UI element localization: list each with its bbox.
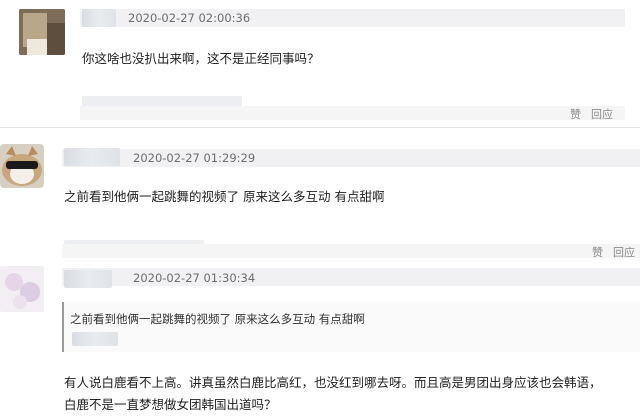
comment-2: 2020-02-27 01:29:29 之前看到他俩一起跳舞的视频了 原来这么多…	[0, 128, 640, 259]
action-bar	[80, 106, 625, 120]
comment-text-line-1: 有人说白鹿看不上高。讲真虽然白鹿比高红，也没红到哪去呀。而且高是男团出身应该也会…	[64, 375, 602, 390]
blurred-area	[82, 96, 242, 106]
username-blurred[interactable]	[64, 270, 112, 288]
quoted-text: 之前看到他俩一起跳舞的视频了 原来这么多互动 有点甜啊	[70, 312, 365, 326]
comment-actions: 赞 回应	[570, 106, 613, 122]
comment-text-line-2: 白鹿不是一直梦想做女团韩国出道吗？	[64, 397, 277, 412]
action-bar	[62, 244, 640, 258]
avatar[interactable]	[19, 9, 65, 55]
comment-timestamp: 2020-02-27 01:29:29	[133, 151, 256, 165]
quoted-username-blurred	[72, 332, 118, 346]
comment-3: 2020-02-27 01:30:34 之前看到他俩一起跳舞的视频了 原来这么多…	[0, 258, 640, 418]
comment-timestamp: 2020-02-27 01:30:34	[133, 271, 256, 285]
comment-1: 2020-02-27 02:00:36 你这啥也没扒出来啊，这不是正经同事吗？ …	[0, 0, 640, 128]
avatar[interactable]	[0, 266, 44, 312]
like-button[interactable]: 赞	[570, 106, 581, 122]
comment-text: 之前看到他俩一起跳舞的视频了 原来这么多互动 有点甜啊	[64, 189, 385, 204]
comment-timestamp: 2020-02-27 02:00:36	[128, 11, 251, 25]
username-blurred[interactable]	[82, 9, 116, 27]
quoted-comment	[62, 302, 640, 352]
reply-button[interactable]: 回应	[591, 106, 613, 122]
avatar[interactable]	[0, 144, 44, 188]
username-blurred[interactable]	[64, 148, 120, 166]
comment-text: 你这啥也没扒出来啊，这不是正经同事吗？	[82, 51, 320, 66]
